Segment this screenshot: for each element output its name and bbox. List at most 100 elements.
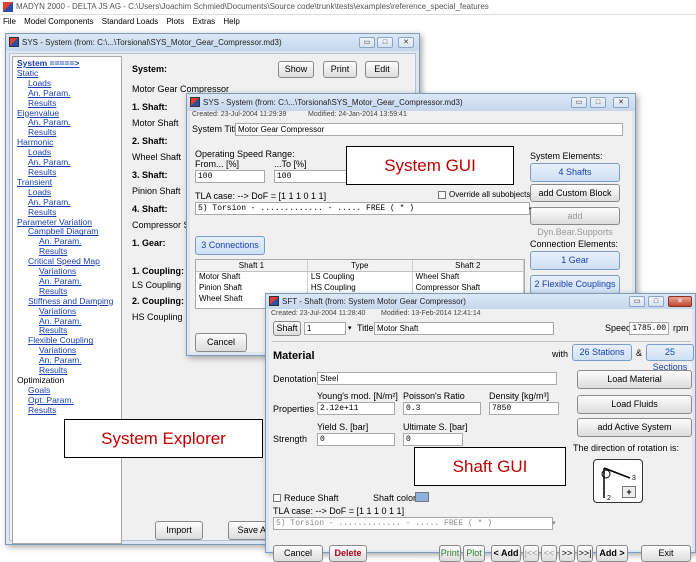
rotation-direction-icon[interactable]: 3 2 +: [593, 459, 643, 503]
reduce-shaft-checkbox[interactable]: [273, 494, 281, 502]
import-button[interactable]: Import: [155, 521, 203, 540]
item-coupling-2-label: 2. Coupling:: [132, 296, 184, 306]
to-label: ...To [%]: [274, 159, 307, 169]
table-cell: Pinion Shaft: [196, 282, 308, 293]
item-coupling-1-label: 1. Coupling:: [132, 266, 184, 276]
title-label: Title: [357, 323, 374, 333]
shaft-number-select[interactable]: 1: [304, 322, 346, 335]
properties-label: Properties: [273, 404, 315, 414]
item-coupling-1-value: LS Coupling: [132, 280, 182, 290]
sft-title: SFT - Shaft (from: System Motor Gear Com…: [282, 297, 466, 306]
menu-standard-loads[interactable]: Standard Loads: [102, 17, 159, 26]
menu-plots[interactable]: Plots: [166, 17, 184, 26]
menu-model-components[interactable]: Model Components: [24, 17, 93, 26]
sections-button[interactable]: 25 Sections: [646, 344, 694, 372]
to-input[interactable]: 100: [274, 170, 349, 183]
col-type: Type: [307, 260, 413, 272]
load-fluids-button[interactable]: Load Fluids: [577, 395, 692, 414]
sft-tla-arrow-icon[interactable]: ▾: [552, 519, 556, 527]
col-shaft2: Shaft 2: [412, 260, 524, 272]
add-custom-block-button[interactable]: add Custom Block: [530, 184, 620, 202]
app-title: MADYN 2000 - DELTA JS AG - C:\Users\Joac…: [16, 2, 489, 11]
shaft-number-arrow-icon[interactable]: ▾: [348, 324, 352, 332]
menu-help[interactable]: Help: [223, 17, 239, 26]
close-button[interactable]: ✕: [668, 296, 692, 307]
print-button[interactable]: Print: [323, 61, 357, 78]
sft-tla-select[interactable]: 5) Torsion - ............. - ..... FREE …: [273, 517, 553, 530]
tree-item[interactable]: An. Param.: [15, 236, 121, 247]
delete-button[interactable]: Delete: [329, 545, 367, 562]
ultimate-input[interactable]: 0: [403, 433, 463, 446]
menu-file[interactable]: File: [3, 17, 16, 26]
tla-case-label: TLA case: --> DoF = [1 1 1 0 1 1]: [195, 191, 327, 201]
table-row[interactable]: Pinion Shaft HS Coupling Compressor Shaft: [196, 282, 524, 293]
tree-item[interactable]: An. Param.: [15, 276, 121, 287]
yield-input[interactable]: 0: [317, 433, 395, 446]
sys-gui-modified: Modified: 24-Jan-2014 13:59:41: [308, 111, 407, 118]
plot-button[interactable]: Plot: [463, 545, 485, 562]
rotation-axes-icon: 3 2: [601, 467, 636, 502]
menu-extras[interactable]: Extras: [193, 17, 216, 26]
title-input[interactable]: Motor Shaft: [374, 322, 554, 335]
sys-window-titlebar: SYS - System (from: C:\...\Torsional\SYS…: [6, 34, 419, 51]
two-flex-couplings-button[interactable]: 2 Flexible Couplings: [530, 275, 620, 294]
maximize-button[interactable]: □: [377, 37, 393, 48]
four-shafts-button[interactable]: 4 Shafts: [530, 163, 620, 182]
system-title-input[interactable]: Motor Gear Compressor: [235, 123, 623, 136]
speed-input[interactable]: 1785.00: [629, 322, 669, 335]
sft-cancel-button[interactable]: Cancel: [273, 545, 323, 562]
plus-button[interactable]: +: [622, 486, 636, 498]
reduce-shaft-label: Reduce Shaft: [284, 493, 339, 503]
poisson-label: Poisson's Ratio: [403, 391, 465, 401]
load-material-button[interactable]: Load Material: [577, 370, 692, 389]
poisson-input[interactable]: 0.3: [403, 402, 481, 415]
youngs-input[interactable]: 2.12e+11: [317, 402, 395, 415]
minimize-button[interactable]: ▭: [571, 97, 587, 108]
tree-item[interactable]: An. Param.: [15, 355, 121, 366]
prev-button[interactable]: <<: [541, 545, 557, 562]
denotation-input[interactable]: Steel: [317, 372, 557, 385]
tree-item[interactable]: Results: [15, 405, 121, 416]
next-button[interactable]: >>: [559, 545, 575, 562]
maximize-button[interactable]: □: [648, 296, 664, 307]
override-checkbox[interactable]: [438, 191, 446, 199]
density-input[interactable]: 7850: [489, 402, 559, 415]
add-dyn-bear-button[interactable]: add Dyn.Bear.Supports: [530, 207, 620, 237]
minimize-button[interactable]: ▭: [359, 37, 375, 48]
sft-created: Created: 23-Jul-2004 11:28:40: [271, 310, 366, 317]
edit-button[interactable]: Edit: [365, 61, 399, 78]
ultimate-label: Ultimate S. [bar]: [403, 422, 468, 432]
close-button[interactable]: ✕: [398, 37, 414, 48]
from-label: From... [%]: [195, 159, 240, 169]
rotation-text: The direction of rotation is:: [573, 443, 680, 453]
from-input[interactable]: 100: [195, 170, 265, 183]
one-gear-button[interactable]: 1 Gear: [530, 251, 620, 270]
table-cell: Motor Shaft: [196, 271, 308, 282]
sys-gui-title: SYS - System (from: C:\...\Torsional\SYS…: [203, 98, 463, 107]
exit-button[interactable]: Exit: [641, 545, 691, 562]
item-shaft-3-label: 3. Shaft:: [132, 170, 168, 180]
tree-item[interactable]: Results: [15, 207, 121, 218]
shaft-button[interactable]: Shaft: [273, 321, 301, 336]
item-coupling-2-value: HS Coupling: [132, 312, 183, 322]
tree-item[interactable]: An. Param.: [15, 316, 121, 327]
last-button[interactable]: >>|: [577, 545, 593, 562]
close-button[interactable]: ✕: [613, 97, 629, 108]
shaft-color-swatch[interactable]: [415, 492, 429, 502]
first-button[interactable]: |<<: [523, 545, 539, 562]
print-button[interactable]: Print: [439, 545, 461, 562]
three-connections-button[interactable]: 3 Connections: [195, 236, 265, 255]
show-button[interactable]: Show: [278, 61, 314, 78]
add-next-button[interactable]: Add >: [596, 545, 628, 562]
stations-button[interactable]: 26 Stations: [572, 344, 632, 361]
add-active-system-button[interactable]: add Active System: [577, 418, 692, 437]
minimize-button[interactable]: ▭: [629, 296, 645, 307]
add-prev-button[interactable]: < Add: [491, 545, 521, 562]
maximize-button[interactable]: □: [590, 97, 606, 108]
cancel-button[interactable]: Cancel: [195, 333, 247, 352]
tla-select[interactable]: 5) Torsion - ............. - ..... FREE …: [195, 202, 530, 215]
table-row[interactable]: Motor Shaft LS Coupling Wheel Shaft: [196, 271, 524, 282]
system-label: System:: [132, 64, 168, 74]
axis-3-label: 3: [632, 475, 636, 482]
sys-window-icon: [9, 37, 19, 47]
